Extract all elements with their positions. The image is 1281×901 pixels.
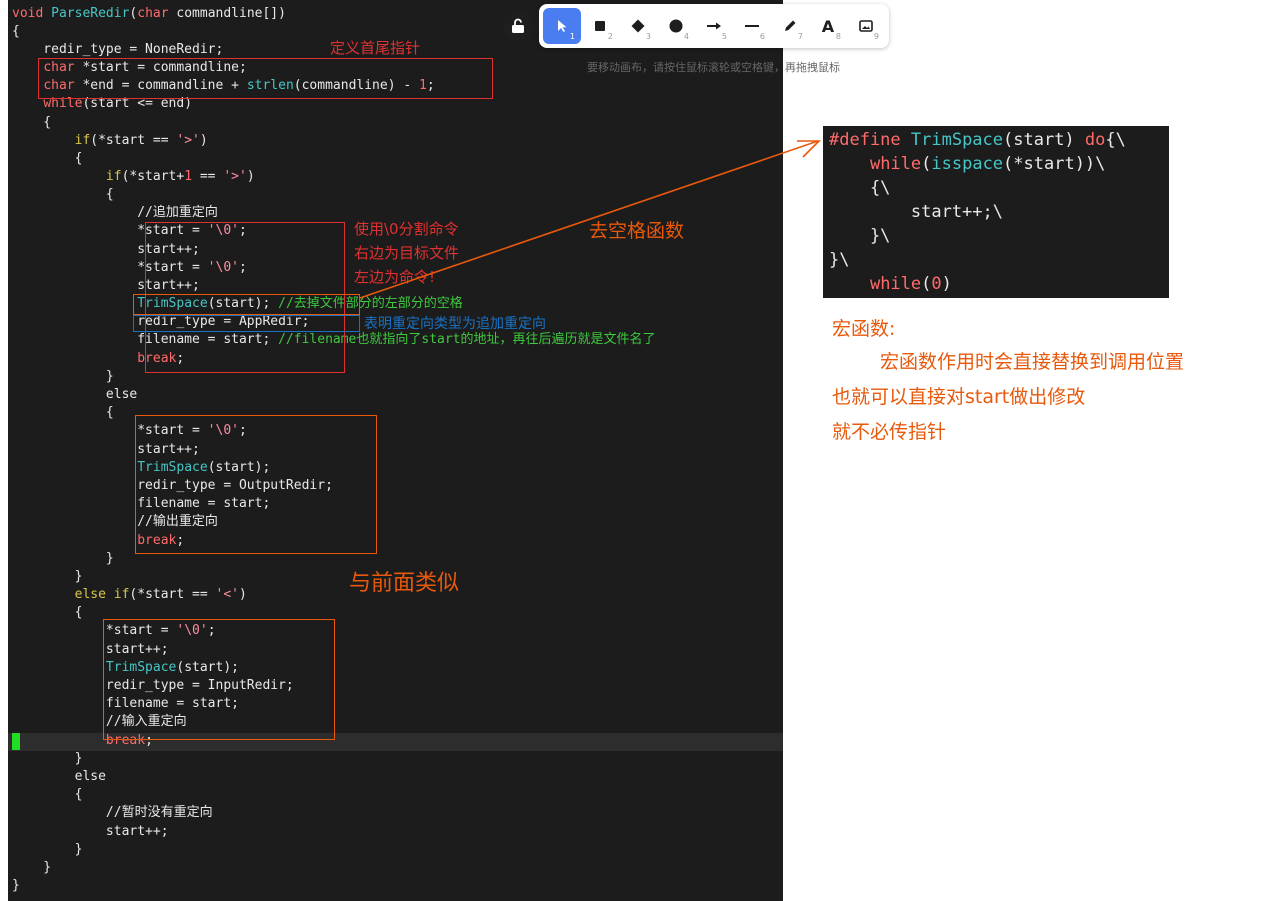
drawing-toolbar: 1 2 3 4 5 6 7 A 8 9 xyxy=(503,4,889,48)
line-tool[interactable]: 6 xyxy=(733,8,771,44)
arrow-trimspace-to-macro[interactable] xyxy=(0,0,1281,901)
pencil-tool[interactable]: 7 xyxy=(771,8,809,44)
diamond-tool[interactable]: 3 xyxy=(619,8,657,44)
pencil-icon xyxy=(785,20,796,31)
diamond-icon xyxy=(631,19,645,33)
arrow-tool[interactable]: 5 xyxy=(695,8,733,44)
image-icon xyxy=(859,20,873,32)
text-tool[interactable]: A 8 xyxy=(809,8,847,44)
rectangle-icon xyxy=(595,21,605,31)
canvas-move-hint: 要移动画布，请按住鼠标滚轮或空格键，再拖拽鼠标 xyxy=(587,61,840,74)
pointer-icon xyxy=(558,20,567,32)
image-tool[interactable]: 9 xyxy=(847,8,885,44)
tool-group: 1 2 3 4 5 6 7 A 8 9 xyxy=(539,4,889,48)
lock-icon[interactable] xyxy=(503,11,533,41)
arrow-icon xyxy=(707,22,721,30)
pointer-tool[interactable]: 1 xyxy=(543,8,581,44)
line-icon xyxy=(745,25,759,27)
ellipse-tool[interactable]: 4 xyxy=(657,8,695,44)
ellipse-icon xyxy=(669,19,683,33)
text-icon: A xyxy=(821,16,835,36)
rectangle-tool[interactable]: 2 xyxy=(581,8,619,44)
